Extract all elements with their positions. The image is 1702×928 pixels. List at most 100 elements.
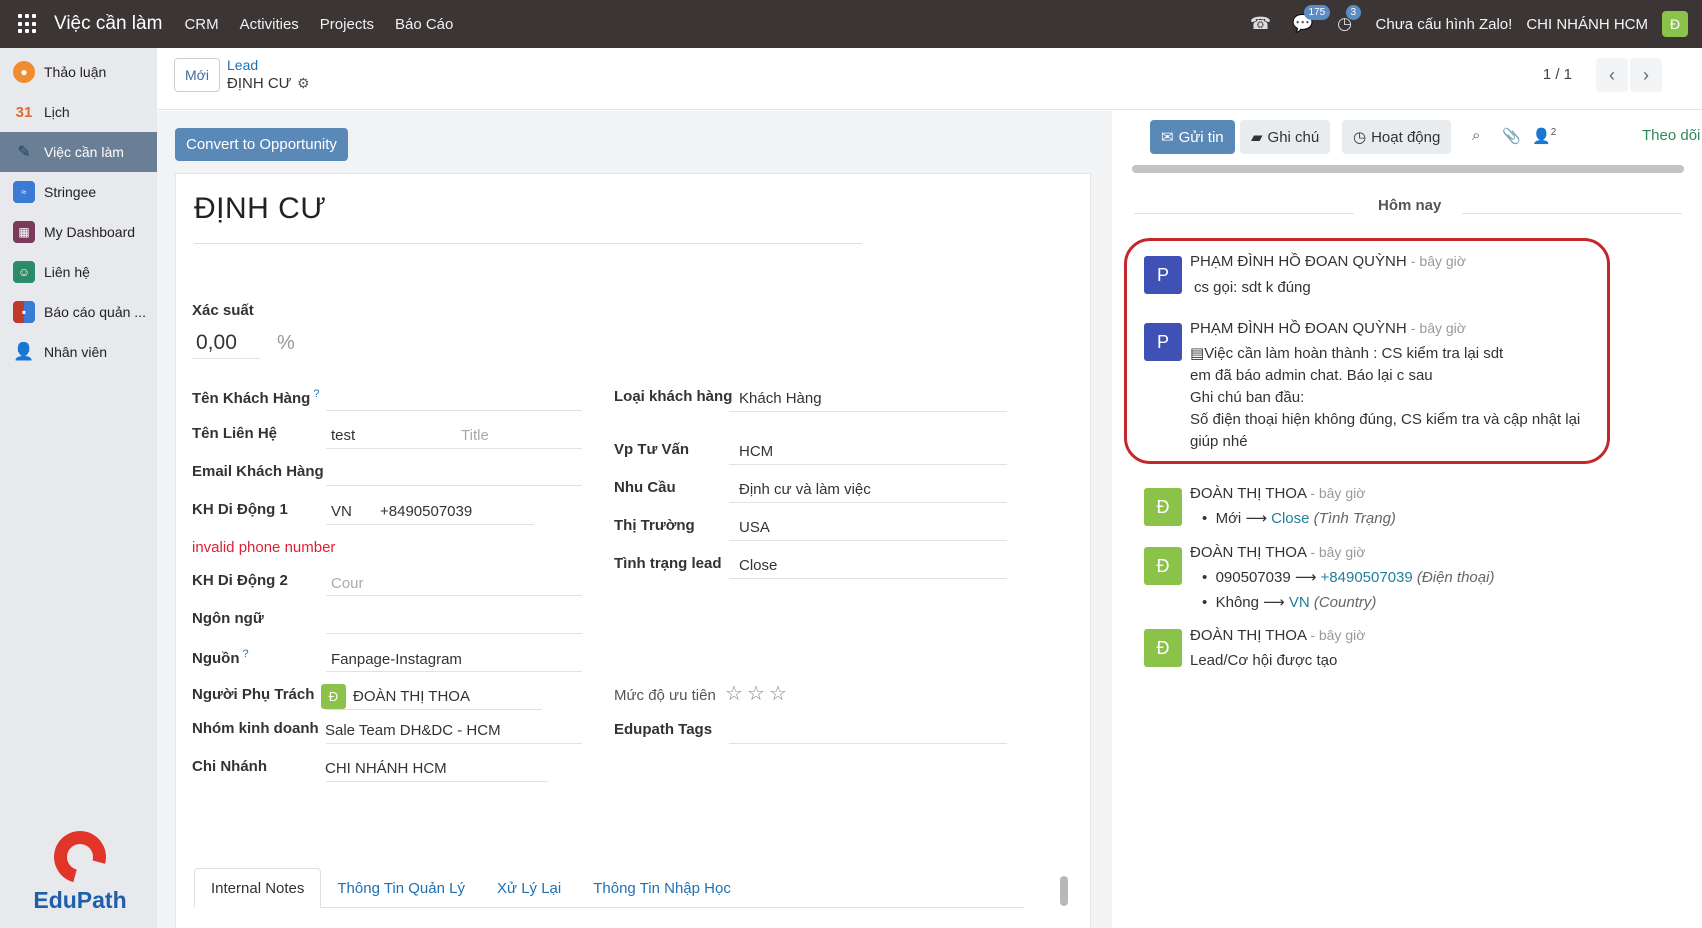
tab-internal-notes[interactable]: Internal Notes	[194, 868, 322, 908]
priority-star-icon[interactable]: ☆	[747, 681, 765, 706]
sidebar-item-management-reports[interactable]: ▪ Báo cáo quản ...	[0, 292, 157, 332]
message-avatar[interactable]: Đ	[1144, 547, 1182, 585]
mobile1-country-select[interactable]: VN	[331, 503, 352, 520]
message-avatar[interactable]: P	[1144, 323, 1182, 361]
team-underline	[326, 743, 582, 744]
market-select[interactable]: USA	[739, 519, 770, 536]
gear-icon[interactable]: ⚙	[297, 75, 310, 92]
contact-name-input[interactable]: test	[331, 427, 355, 444]
tab-reprocess[interactable]: Xử Lý Lại	[481, 868, 577, 908]
priority-star-icon[interactable]: ☆	[769, 681, 787, 706]
priority-star-icon[interactable]: ☆	[725, 681, 743, 706]
mobile2-underline	[326, 595, 582, 596]
sidebar-item-todo[interactable]: ✎ Việc cần làm	[0, 132, 157, 172]
owner-select[interactable]: ĐOÀN THỊ THOA	[353, 688, 470, 705]
sidebar-item-dashboard[interactable]: ▦ My Dashboard	[0, 212, 157, 252]
arrow-right-icon: ⟶	[1294, 569, 1317, 586]
message-body: Lead/Cơ hội được tạo	[1190, 652, 1338, 669]
sidebar-item-employees[interactable]: 👤 Nhân viên	[0, 332, 157, 372]
office-select[interactable]: HCM	[739, 443, 773, 460]
chevron-right-icon: ›	[1643, 64, 1649, 85]
message-avatar[interactable]: P	[1144, 256, 1182, 294]
chatter-panel: ✉ Gửi tin ▰ Ghi chú ◷ Hoạt động ⌕ 📎 👤2 Theo…	[1112, 111, 1702, 928]
zalo-status[interactable]: Chưa cấu hình Zalo!	[1376, 16, 1513, 33]
message-time: - bây giờ	[1310, 485, 1366, 501]
lead-title-input[interactable]: ĐỊNH CƯ	[194, 192, 862, 244]
sidebar-item-stringee[interactable]: ≈ Stringee	[0, 172, 157, 212]
pager-value[interactable]: 1 / 1	[1543, 66, 1572, 83]
breadcrumb-current: ĐỊNH CƯ	[227, 75, 292, 92]
breadcrumb-parent[interactable]: Lead	[227, 57, 258, 73]
new-button[interactable]: Mới	[174, 58, 220, 92]
mobile2-country-select[interactable]: Cour	[331, 575, 364, 592]
top-right-tray: ☎ 💬 175 ◷ 3 Chưa cấu hình Zalo! CHI NHÁNH …	[1250, 0, 1702, 48]
nav-activities[interactable]: Activities	[240, 16, 299, 33]
tracking-change: • 090507039 ⟶ +8490507039 (Điện thoại)	[1202, 569, 1495, 586]
branch-select[interactable]: CHI NHÁNH HCM	[325, 760, 447, 777]
email-input[interactable]	[326, 485, 582, 486]
message-time: - bây giờ	[1310, 544, 1366, 560]
search-icon[interactable]: ⌕	[1472, 127, 1480, 144]
today-divider-left	[1134, 213, 1354, 214]
sidebar-item-label: My Dashboard	[44, 224, 136, 240]
lead-status-underline	[729, 578, 1007, 579]
branch-switcher[interactable]: CHI NHÁNH HCM	[1526, 16, 1648, 33]
arrow-right-icon: ⟶	[1245, 510, 1267, 527]
followers-icon[interactable]: 👤2	[1532, 127, 1556, 145]
chatter-horizontal-scrollbar[interactable]	[1132, 165, 1684, 173]
lead-status-label: Tình trạng lead	[614, 555, 722, 572]
contact-title-input[interactable]: Title	[461, 427, 489, 444]
arrow-right-icon: ⟶	[1263, 594, 1285, 611]
probability-underline	[192, 358, 260, 359]
tab-management-info[interactable]: Thông Tin Quản Lý	[321, 868, 481, 908]
edupath-logo-text: EduPath	[33, 887, 127, 913]
tags-input[interactable]	[729, 743, 1007, 744]
message-avatar[interactable]: Đ	[1144, 488, 1182, 526]
help-icon[interactable]: ?	[313, 388, 319, 400]
user-avatar[interactable]: Đ	[1662, 11, 1688, 37]
team-select[interactable]: Sale Team DH&DC - HCM	[325, 722, 501, 739]
convert-to-opportunity-button[interactable]: Convert to Opportunity	[175, 128, 348, 161]
tracking-change: • Không ⟶ VN (Country)	[1202, 594, 1377, 611]
message-avatar[interactable]: Đ	[1144, 629, 1182, 667]
source-select[interactable]: Fanpage-Instagram	[331, 651, 462, 668]
paperclip-icon[interactable]: 📎	[1502, 127, 1521, 145]
pager-prev-button[interactable]: ‹	[1596, 58, 1628, 92]
customer-name-input[interactable]	[326, 410, 582, 411]
log-note-button[interactable]: ▰ Ghi chú	[1240, 120, 1331, 154]
help-icon[interactable]: ?	[242, 648, 248, 660]
follow-button[interactable]: Theo dõi	[1642, 127, 1700, 144]
contact-name-label: Tên Liên Hệ	[192, 425, 278, 442]
phone-icon[interactable]: ☎	[1250, 13, 1272, 35]
nav-reports[interactable]: Báo Cáo	[395, 16, 453, 33]
sidebar-item-calendar[interactable]: 31 Lịch	[0, 92, 157, 132]
sidebar-item-contacts[interactable]: ☺ Liên hệ	[0, 252, 157, 292]
nav-projects[interactable]: Projects	[320, 16, 374, 33]
nav-crm[interactable]: CRM	[184, 16, 218, 33]
sidebar-item-discuss[interactable]: ● Thảo luận	[0, 52, 157, 92]
language-label: Ngôn ngữ	[192, 610, 264, 627]
owner-avatar: Đ	[321, 684, 346, 709]
pager-next-button[interactable]: ›	[1630, 58, 1662, 92]
customer-type-select[interactable]: Khách Hàng	[739, 390, 822, 407]
probability-input[interactable]: 0,00	[196, 331, 237, 355]
send-message-button[interactable]: ✉ Gửi tin	[1150, 120, 1235, 154]
apps-grid-icon[interactable]	[18, 14, 38, 34]
market-label: Thị Trường	[614, 517, 695, 534]
message-time: - bây giờ	[1410, 320, 1466, 336]
form-scrollbar[interactable]	[1060, 876, 1068, 906]
today-divider-right	[1462, 213, 1682, 214]
message-body: ▤Việc cần làm hoàn thành : CS kiểm tra l…	[1190, 345, 1581, 450]
clock-icon[interactable]: ◷ 3	[1334, 5, 1362, 35]
tab-enrollment-info[interactable]: Thông Tin Nhập Học	[577, 868, 747, 908]
need-select[interactable]: Định cư và làm việc	[739, 481, 871, 498]
probability-label: Xác suất	[192, 302, 254, 319]
chat-icon[interactable]: 💬 175	[1292, 5, 1331, 35]
language-input[interactable]	[326, 633, 582, 634]
mobile1-input[interactable]: +8490507039	[380, 503, 472, 520]
tags-label: Edupath Tags	[614, 721, 713, 738]
lead-status-select[interactable]: Close	[739, 557, 777, 574]
sidebar-item-label: Lịch	[44, 104, 70, 120]
activity-button[interactable]: ◷ Hoạt động	[1342, 120, 1452, 154]
app-brand[interactable]: Việc cần làm	[54, 13, 162, 35]
